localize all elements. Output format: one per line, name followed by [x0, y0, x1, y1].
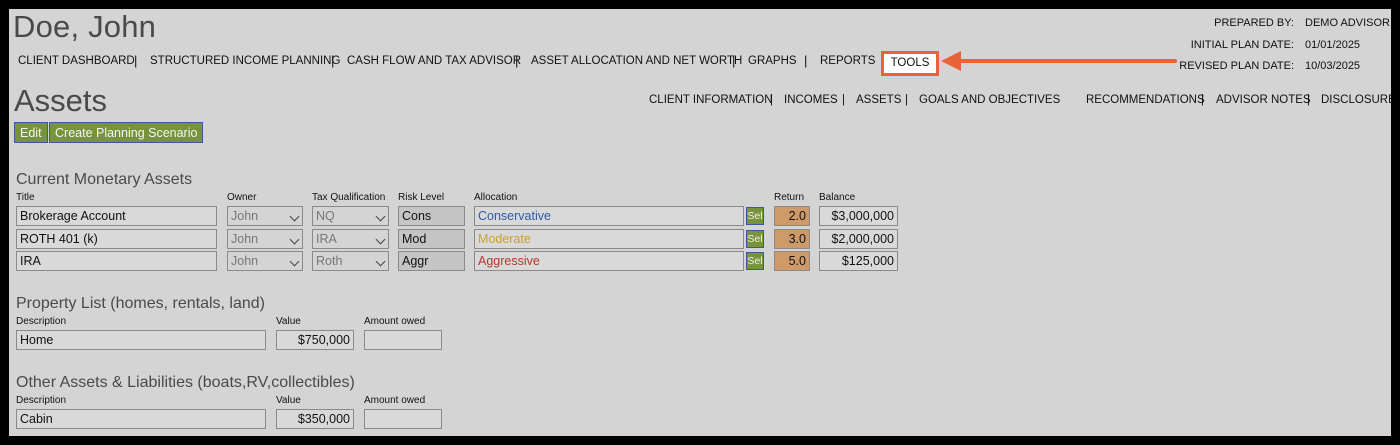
return-field[interactable]: 3.0: [774, 229, 810, 249]
subnav-separator: |: [842, 94, 845, 106]
subnav-separator: |: [905, 94, 908, 106]
owner-select-value: John: [231, 209, 259, 223]
col-allocation-label: Allocation: [474, 192, 518, 203]
allocation-select-button[interactable]: Sel: [746, 207, 764, 225]
return-field[interactable]: 2.0: [774, 206, 810, 226]
owner-select[interactable]: John: [227, 251, 303, 271]
asset-title-input[interactable]: Brokerage Account: [16, 206, 217, 226]
risk-level-field: Aggr: [398, 251, 465, 271]
balance-field[interactable]: $125,000: [819, 251, 898, 271]
subnav-client-information[interactable]: CLIENT INFORMATION: [649, 94, 773, 106]
nav-client-dashboard[interactable]: CLIENT DASHBOARD: [18, 55, 135, 67]
create-planning-scenario-button[interactable]: Create Planning Scenario: [49, 122, 204, 143]
initial-plan-date-value: 01/01/2025: [1305, 39, 1361, 51]
nav-separator: |: [331, 53, 335, 68]
allocation-value: Conservative: [478, 209, 551, 223]
owner-select[interactable]: John: [227, 206, 303, 226]
col-description-label: Description: [16, 316, 67, 327]
nav-separator: |: [732, 53, 736, 68]
asset-title-input[interactable]: IRA: [16, 251, 217, 271]
prepared-by-value: DEMO ADVISOR: [1305, 17, 1390, 29]
subnav-separator: |: [1201, 94, 1204, 106]
col-amount-owed-label: Amount owed: [364, 316, 426, 327]
col-description-label: Description: [16, 395, 67, 406]
allocation-value: Moderate: [478, 232, 531, 246]
nav-graphs[interactable]: GRAPHS: [748, 55, 797, 67]
col-amount-owed-label: Amount owed: [364, 395, 426, 406]
tax-qualification-select[interactable]: NQ: [312, 206, 389, 226]
client-name: Doe, John: [13, 9, 157, 44]
col-tax-label: Tax Qualification: [312, 192, 386, 203]
col-risk-label: Risk Level: [398, 192, 445, 203]
subnav-advisor-notes[interactable]: ADVISOR NOTES: [1216, 94, 1311, 106]
owner-select[interactable]: John: [227, 229, 303, 249]
allocation-field: Moderate: [474, 229, 744, 249]
nav-separator: |: [515, 53, 519, 68]
subnav-separator: |: [1307, 94, 1310, 106]
other-assets-title: Other Assets & Liabilities (boats,RV,col…: [16, 374, 355, 391]
property-value-input[interactable]: $750,000: [276, 330, 354, 350]
subnav-incomes[interactable]: INCOMES: [784, 94, 838, 106]
subnav-goals-objectives[interactable]: GOALS AND OBJECTIVES: [919, 94, 1060, 106]
return-field[interactable]: 5.0: [774, 251, 810, 271]
col-return-label: Return: [774, 192, 805, 203]
col-value-label: Value: [276, 395, 301, 406]
col-owner-label: Owner: [227, 192, 257, 203]
col-value-label: Value: [276, 316, 301, 327]
tax-select-value: Roth: [316, 254, 343, 268]
tax-select-value: IRA: [316, 232, 337, 246]
risk-level-field: Mod: [398, 229, 465, 249]
property-list-title: Property List (homes, rentals, land): [16, 295, 265, 312]
edit-button[interactable]: Edit: [14, 122, 48, 143]
subnav-recommendations[interactable]: RECOMMENDATIONS: [1086, 94, 1205, 106]
col-balance-label: Balance: [819, 192, 856, 203]
assets-page: Doe, John CLIENT DASHBOARD | STRUCTURED …: [9, 9, 1391, 436]
revised-plan-date-value: 10/03/2025: [1305, 60, 1361, 72]
other-value-input[interactable]: $350,000: [276, 409, 354, 429]
subnav-assets[interactable]: ASSETS: [856, 94, 901, 106]
subnav-separator: |: [770, 94, 773, 106]
nav-tools[interactable]: TOOLS: [881, 51, 939, 76]
page-title: Assets: [14, 83, 108, 118]
other-amount-owed-input[interactable]: [364, 409, 442, 429]
revised-plan-date-label: REVISED PLAN DATE:: [1179, 60, 1294, 72]
allocation-value: Aggressive: [478, 254, 540, 268]
allocation-select-button[interactable]: Sel: [746, 252, 764, 270]
chevron-down-icon: [289, 211, 300, 222]
property-description-input[interactable]: Home: [16, 330, 266, 350]
col-title-label: Title: [16, 192, 35, 203]
prepared-by-label: PREPARED BY:: [1214, 17, 1294, 29]
subnav-disclosure[interactable]: DISCLOSURE: [1321, 94, 1391, 106]
asset-title-input[interactable]: ROTH 401 (k): [16, 229, 217, 249]
initial-plan-date-label: INITIAL PLAN DATE:: [1190, 39, 1294, 51]
chevron-down-icon: [289, 256, 300, 267]
chevron-down-icon: [375, 256, 386, 267]
allocation-field: Conservative: [474, 206, 744, 226]
chevron-down-icon: [289, 234, 300, 245]
owner-select-value: John: [231, 254, 259, 268]
allocation-field: Aggressive: [474, 251, 744, 271]
nav-cash-flow-tax-advisor[interactable]: CASH FLOW AND TAX ADVISOR: [347, 55, 521, 67]
nav-structured-income-planning[interactable]: STRUCTURED INCOME PLANNING: [150, 55, 340, 67]
risk-level-field: Cons: [398, 206, 465, 226]
tax-qualification-select[interactable]: Roth: [312, 251, 389, 271]
allocation-select-button[interactable]: Sel: [746, 230, 764, 248]
monetary-assets-title: Current Monetary Assets: [16, 171, 193, 188]
balance-field[interactable]: $2,000,000: [819, 229, 898, 249]
owner-select-value: John: [231, 232, 259, 246]
balance-field[interactable]: $3,000,000: [819, 206, 898, 226]
tax-select-value: NQ: [316, 209, 335, 223]
other-description-input[interactable]: Cabin: [16, 409, 266, 429]
nav-separator: |: [804, 53, 808, 68]
chevron-down-icon: [375, 234, 386, 245]
property-amount-owed-input[interactable]: [364, 330, 442, 350]
nav-asset-allocation-net-worth[interactable]: ASSET ALLOCATION AND NET WORTH: [531, 55, 742, 67]
nav-reports[interactable]: REPORTS: [820, 55, 875, 67]
tax-qualification-select[interactable]: IRA: [312, 229, 389, 249]
chevron-down-icon: [375, 211, 386, 222]
nav-separator: |: [134, 53, 138, 68]
